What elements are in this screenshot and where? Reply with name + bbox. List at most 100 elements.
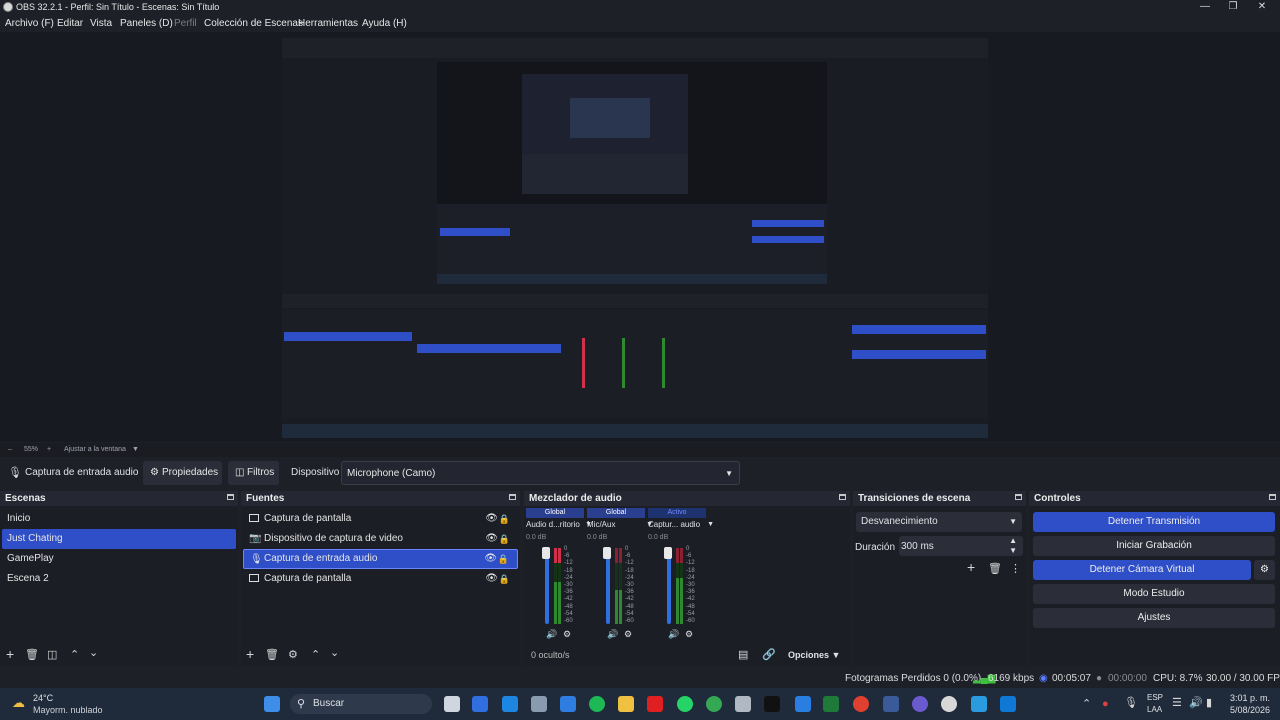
microphone-icon[interactable]: 🎙	[1124, 697, 1138, 709]
task-view-icon[interactable]	[444, 696, 460, 712]
maximize-icon[interactable]: ❐	[1218, 0, 1248, 15]
app-icon[interactable]	[912, 696, 928, 712]
wifi-icon[interactable]: ☰	[1172, 697, 1182, 709]
language-bottom[interactable]: LAA	[1147, 705, 1162, 714]
eye-icon[interactable]: 👁	[485, 529, 498, 549]
menu-herramientas[interactable]: Herramientas	[298, 18, 358, 29]
menu-coleccion[interactable]: Colección de Escenas	[204, 18, 303, 29]
settings-button[interactable]: Ajustes	[1033, 608, 1275, 628]
virtual-camera-settings-button[interactable]: ⚙	[1254, 560, 1275, 580]
folder-icon[interactable]	[618, 696, 634, 712]
zoom-out-icon[interactable]: –	[8, 446, 12, 453]
app-tray-icon[interactable]: ●	[1102, 698, 1109, 710]
lock-icon[interactable]: 🔒	[499, 569, 510, 589]
speaker-icon[interactable]: 🔊	[546, 629, 557, 640]
add-icon[interactable]: +	[6, 647, 14, 661]
fit-window-label[interactable]: Ajustar a la ventana	[64, 446, 126, 453]
chrome-icon[interactable]	[706, 696, 722, 712]
popout-icon[interactable]	[1015, 494, 1022, 500]
app-icon[interactable]	[971, 696, 987, 712]
scene-item[interactable]: Inicio	[2, 509, 236, 529]
popout-icon[interactable]	[839, 494, 846, 500]
chevron-down-icon[interactable]: ▼	[707, 521, 714, 528]
speaker-icon[interactable]: 🔊	[668, 629, 679, 640]
lock-icon[interactable]: 🔒	[498, 549, 509, 569]
popout-icon[interactable]	[1269, 494, 1276, 500]
studio-mode-button[interactable]: Modo Estudio	[1033, 584, 1275, 604]
close-icon[interactable]: ✕	[1247, 0, 1277, 15]
trash-icon[interactable]: 🗑	[265, 649, 279, 661]
chevron-up-icon[interactable]: ▲	[1009, 536, 1017, 545]
duration-spinbox[interactable]: 300 ms ▲ ▼	[899, 536, 1023, 556]
mixer-options-button[interactable]: Opciones ▼	[788, 650, 840, 660]
menu-editar[interactable]: Editar	[57, 18, 83, 29]
source-item[interactable]: 📷 Dispositivo de captura de video 👁 🔒	[243, 529, 518, 549]
spotify-icon[interactable]	[589, 696, 605, 712]
stop-stream-button[interactable]: Detener Transmisión	[1033, 512, 1275, 532]
menu-ayuda[interactable]: Ayuda (H)	[362, 18, 407, 29]
menu-paneles[interactable]: Paneles (D)	[120, 18, 173, 29]
app-icon[interactable]	[647, 696, 663, 712]
arrow-down-icon[interactable]: ⌄	[330, 647, 339, 659]
volume-icon[interactable]: 🔊	[1189, 697, 1203, 709]
app-icon[interactable]	[764, 696, 780, 712]
volume-fader-handle[interactable]	[664, 547, 672, 559]
lock-icon[interactable]: 🔒	[499, 529, 510, 549]
eye-icon[interactable]: 👁	[485, 509, 498, 529]
chevron-down-icon[interactable]: ▼	[132, 446, 139, 453]
whatsapp-icon[interactable]	[677, 696, 693, 712]
language-top[interactable]: ESP	[1147, 693, 1163, 702]
channel-name-select[interactable]: Audio d...ritorio	[526, 520, 584, 532]
filter-icon[interactable]: ◫	[47, 649, 57, 661]
arrow-down-icon[interactable]: ⌄	[89, 647, 98, 659]
lock-icon[interactable]: 🔒	[499, 509, 510, 529]
source-item-selected[interactable]: 🎙 Captura de entrada audio 👁 🔒	[243, 549, 518, 569]
preview-canvas[interactable]	[282, 38, 988, 438]
app-icon[interactable]	[531, 696, 547, 712]
app-icon[interactable]	[502, 696, 518, 712]
app-icon[interactable]	[1000, 696, 1016, 712]
link-icon[interactable]: 🔗	[762, 649, 776, 661]
excel-icon[interactable]	[823, 696, 839, 712]
gear-icon[interactable]: ⚙	[624, 629, 632, 640]
search-box[interactable]: ⚲ Buscar	[290, 694, 432, 714]
more-icon[interactable]: ⋮	[1010, 563, 1021, 575]
trash-icon[interactable]: 🗑	[988, 563, 1002, 575]
battery-icon[interactable]: ▮	[1206, 697, 1212, 709]
stop-virtual-camera-button[interactable]: Detener Cámara Virtual	[1033, 560, 1251, 580]
scene-item[interactable]: GamePlay	[2, 549, 236, 569]
shield-icon[interactable]	[560, 696, 576, 712]
device-select[interactable]: Microphone (Camo) ▼	[341, 461, 740, 485]
gear-icon[interactable]: ⚙	[563, 629, 571, 640]
arrow-up-icon[interactable]: ⌃	[70, 649, 79, 661]
transition-select[interactable]: Desvanecimiento ▼	[856, 512, 1022, 532]
eye-icon[interactable]: 👁	[484, 549, 497, 569]
chevron-down-icon[interactable]: ▼	[1009, 546, 1017, 555]
trash-icon[interactable]: 🗑	[25, 649, 39, 661]
properties-button[interactable]: ⚙ Propiedades	[143, 461, 222, 485]
add-icon[interactable]: +	[246, 647, 254, 661]
gear-icon[interactable]: ⚙	[685, 629, 693, 640]
chevron-up-icon[interactable]: ⌃	[1082, 698, 1091, 710]
menu-vista[interactable]: Vista	[90, 18, 112, 29]
minimize-icon[interactable]: —	[1190, 0, 1220, 15]
zoom-value[interactable]: 55%	[24, 446, 38, 453]
arrow-up-icon[interactable]: ⌃	[311, 649, 320, 661]
layout-icon[interactable]: ▤	[738, 649, 748, 661]
volume-fader-handle[interactable]	[542, 547, 550, 559]
speaker-icon[interactable]: 🔊	[607, 629, 618, 640]
edge-icon[interactable]	[795, 696, 811, 712]
zoom-in-icon[interactable]: +	[47, 446, 51, 453]
volume-fader-track[interactable]	[667, 548, 671, 624]
chrome-icon[interactable]	[853, 696, 869, 712]
scene-item[interactable]: Escena 2	[2, 569, 236, 589]
volume-fader-track[interactable]	[545, 548, 549, 624]
clock-date[interactable]: 5/08/2026	[1230, 705, 1270, 715]
filters-button[interactable]: ◫ Filtros	[228, 461, 279, 485]
volume-fader-handle[interactable]	[603, 547, 611, 559]
menu-archivo[interactable]: Archivo (F)	[5, 18, 54, 29]
channel-name-select[interactable]: Captur... audio	[648, 520, 706, 532]
start-recording-button[interactable]: Iniciar Grabación	[1033, 536, 1275, 556]
app-icon[interactable]	[735, 696, 751, 712]
obs-icon[interactable]	[941, 696, 957, 712]
